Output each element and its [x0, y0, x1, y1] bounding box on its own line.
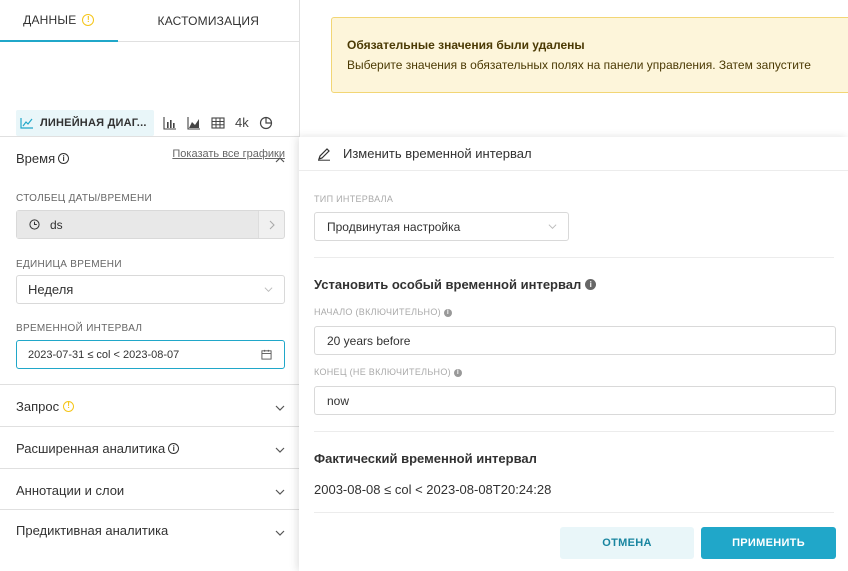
predictive-section[interactable]: Предиктивная аналитика [0, 510, 299, 551]
range-type-select[interactable]: Продвинутая настройка [314, 212, 569, 241]
clock-icon [29, 219, 40, 230]
warning-icon: ! [82, 14, 95, 26]
table-icon[interactable] [211, 116, 225, 130]
panel-tabs: ДАННЫЕ ! КАСТОМИЗАЦИЯ [0, 0, 299, 42]
time-range-label: ВРЕМЕННОЙ ИНТЕРВАЛ [16, 323, 143, 334]
time-range-value: 2023-07-31 ≤ col < 2023-08-07 [28, 348, 180, 361]
area-chart-icon[interactable] [187, 116, 201, 130]
predictive-title: Предиктивная аналитика [16, 523, 169, 538]
info-icon: i [168, 443, 180, 454]
range-type-value: Продвинутая настройка [327, 219, 461, 234]
control-panel: ДАННЫЕ ! КАСТОМИЗАЦИЯ ЛИНЕЙНАЯ ДИАГ... 4… [0, 0, 300, 571]
tab-data[interactable]: ДАННЫЕ ! [0, 0, 118, 42]
time-section-header[interactable]: Время i [16, 151, 70, 166]
chevron-up-icon[interactable] [275, 155, 285, 165]
end-label: КОНЕЦ (НЕ ВКЛЮЧИТЕЛЬНО) i [314, 367, 462, 377]
pencil-icon [318, 147, 330, 161]
divider [314, 431, 834, 432]
time-grain-value: Неделя [28, 282, 74, 297]
chevron-down-icon[interactable] [275, 528, 285, 538]
bar-chart-icon[interactable] [163, 116, 177, 130]
pie-chart-icon[interactable] [259, 116, 273, 130]
end-input-value: now [327, 393, 350, 408]
tab-customize-label: КАСТОМИЗАЦИЯ [157, 13, 260, 28]
start-input[interactable]: 20 years before [314, 326, 836, 355]
info-icon: i [453, 368, 462, 377]
alert-body: Выберите значения в обязательных полях н… [347, 58, 811, 72]
end-input[interactable]: now [314, 386, 836, 415]
chevron-down-icon [548, 224, 557, 230]
popover-title: Изменить временной интервал [343, 146, 532, 161]
viz-type-button[interactable]: ЛИНЕЙНАЯ ДИАГ... [16, 110, 154, 136]
start-input-value: 20 years before [327, 333, 411, 348]
time-section: Время i СТОЛБЕЦ ДАТЫ/ВРЕМЕНИ ds ЕДИНИЦА … [0, 137, 299, 385]
datetime-column-chip: ds [17, 211, 259, 238]
alert-title: Обязательные значения были удалены [347, 38, 585, 52]
divider [314, 512, 834, 513]
popover-header: Изменить временной интервал [299, 137, 848, 171]
time-range-popover: Изменить временной интервал ТИП ИНТЕРВАЛ… [299, 137, 848, 571]
calendar-icon [261, 349, 272, 360]
datetime-column-value: ds [50, 217, 63, 232]
viz-quick-switch: 4k [163, 115, 273, 130]
datetime-column-field[interactable]: ds [16, 210, 285, 239]
time-section-title: Время [16, 151, 56, 166]
tab-customize[interactable]: КАСТОМИЗАЦИЯ [118, 0, 299, 41]
chevron-down-icon[interactable] [275, 487, 285, 497]
custom-range-heading: Установить особый временной интервал i [314, 277, 597, 292]
start-label: НАЧАЛО (ВКЛЮЧИТЕЛЬНО) i [314, 307, 452, 317]
big-number-icon[interactable]: 4k [235, 115, 249, 130]
divider [314, 257, 834, 258]
start-label-text: НАЧАЛО (ВКЛЮЧИТЕЛЬНО) [314, 307, 441, 317]
viz-type-section: ЛИНЕЙНАЯ ДИАГ... 4k Показать все графики [0, 42, 299, 160]
custom-range-heading-text: Установить особый временной интервал [314, 277, 582, 292]
chevron-down-icon[interactable] [275, 445, 285, 455]
line-chart-icon [20, 118, 33, 129]
tab-data-label: ДАННЫЕ [23, 13, 77, 27]
cancel-button[interactable]: ОТМЕНА [560, 527, 694, 559]
time-grain-label: ЕДИНИЦА ВРЕМЕНИ [16, 259, 122, 270]
annotations-title: Аннотации и слои [16, 483, 125, 498]
range-type-label: ТИП ИНТЕРВАЛА [314, 194, 394, 204]
info-icon: i [443, 308, 452, 317]
datetime-column-label: СТОЛБЕЦ ДАТЫ/ВРЕМЕНИ [16, 193, 153, 204]
annotations-section[interactable]: Аннотации и слои [0, 469, 299, 510]
viz-type-label: ЛИНЕЙНАЯ ДИАГ... [40, 117, 147, 129]
actual-range-heading: Фактический временной интервал [314, 451, 537, 466]
query-section-title: Запрос [16, 399, 60, 414]
time-grain-select[interactable]: Неделя [16, 275, 285, 304]
warning-icon: ! [63, 401, 75, 412]
predictive-header: Предиктивная аналитика [16, 523, 168, 538]
query-section[interactable]: Запрос ! [0, 385, 299, 427]
apply-button[interactable]: ПРИМЕНИТЬ [701, 527, 836, 559]
required-values-alert: Обязательные значения были удалены Выбер… [331, 17, 848, 93]
actual-range-value: 2003-08-08 ≤ col < 2023-08-08T20:24:28 [314, 482, 552, 497]
chevron-down-icon [264, 287, 273, 293]
chevron-down-icon[interactable] [275, 403, 285, 413]
chevron-right-icon [269, 220, 275, 229]
annotations-header: Аннотации и слои [16, 483, 124, 498]
end-label-text: КОНЕЦ (НЕ ВКЛЮЧИТЕЛЬНО) [314, 367, 451, 377]
info-icon: i [585, 279, 597, 290]
query-section-header: Запрос ! [16, 399, 75, 414]
info-icon: i [58, 153, 70, 164]
time-range-field[interactable]: 2023-07-31 ≤ col < 2023-08-07 [16, 340, 285, 369]
advanced-analytics-header: Расширенная аналитика i [16, 441, 180, 456]
advanced-analytics-title: Расширенная аналитика [16, 441, 166, 456]
advanced-analytics-section[interactable]: Расширенная аналитика i [0, 427, 299, 469]
